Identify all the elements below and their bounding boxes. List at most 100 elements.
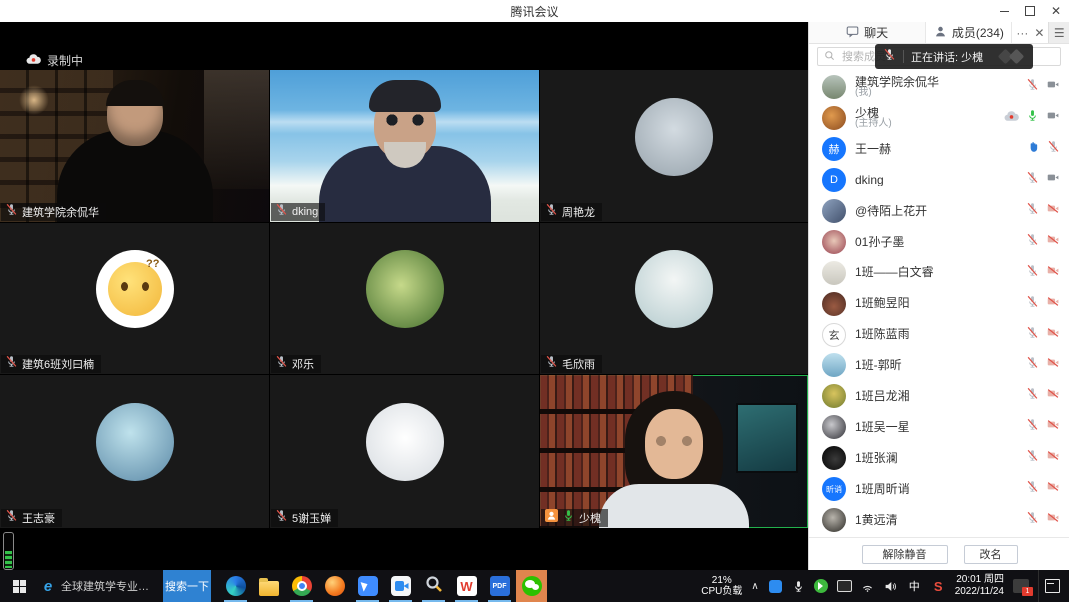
member-row[interactable]: 1班-郭昕 <box>809 350 1069 381</box>
taskbar-app-magnifier-app[interactable] <box>417 570 450 602</box>
mic-tray-icon[interactable] <box>791 578 806 594</box>
mic-muted-icon[interactable] <box>1026 233 1039 251</box>
camera-off-icon[interactable] <box>1046 109 1060 127</box>
mic-muted-icon[interactable] <box>1026 387 1039 405</box>
ime-indicator[interactable]: 中 <box>907 578 922 594</box>
mic-on-icon[interactable] <box>1026 109 1039 127</box>
video-tile[interactable]: dking <box>270 70 539 222</box>
video-tile[interactable]: 少槐 <box>540 375 808 528</box>
member-row[interactable]: 玄1班陈蓝雨 <box>809 319 1069 350</box>
action-center-button[interactable] <box>1038 570 1065 602</box>
record-cloud-icon[interactable] <box>1004 109 1019 127</box>
sogou-tray-icon[interactable]: S <box>931 578 946 594</box>
taskbar-app-browser-360[interactable] <box>318 570 351 602</box>
video-tile[interactable]: 周艳龙 <box>540 70 808 222</box>
taskbar-app-kite-app[interactable] <box>351 570 384 602</box>
hand-raised-icon[interactable] <box>1027 140 1040 158</box>
video-tile[interactable]: 毛欣雨 <box>540 223 808 374</box>
member-row[interactable]: 昕诮1班周昕诮 <box>809 474 1069 505</box>
camera-muted-icon[interactable] <box>1046 418 1060 436</box>
cpu-percent: 21% <box>701 575 742 587</box>
taskbar-clock[interactable]: 20:01 周四 2022/11/24 <box>955 574 1004 598</box>
member-row[interactable]: 01孙子墨 <box>809 226 1069 257</box>
taskbar-app-wps[interactable]: W <box>450 570 483 602</box>
tab-members[interactable]: 成员(234) <box>926 22 1012 43</box>
signal-tray-icon[interactable] <box>860 578 875 594</box>
panel-menu-button[interactable]: ☰ <box>1048 22 1069 43</box>
video-tile[interactable]: ??建筑6班刘曰楠 <box>0 223 269 374</box>
member-row[interactable]: Ddking <box>809 165 1069 196</box>
media-tray-icon[interactable]: 1 <box>1013 579 1029 593</box>
video-tile[interactable]: 王志豪 <box>0 375 269 528</box>
taskbar-app-edge[interactable] <box>219 570 252 602</box>
start-button[interactable] <box>0 570 38 602</box>
panel-close-button[interactable]: ✕ <box>1034 26 1044 40</box>
member-row[interactable]: 1班鲍昱阳 <box>809 288 1069 319</box>
minimize-button[interactable] <box>991 0 1017 22</box>
camera-muted-icon[interactable] <box>1046 511 1060 529</box>
participant-name: 建筑6班刘曰楠 <box>22 356 94 372</box>
camera-muted-icon[interactable] <box>1046 449 1060 467</box>
mic-muted-icon[interactable] <box>1026 356 1039 374</box>
tab-chat[interactable]: 聊天 <box>809 22 926 43</box>
mic-muted-icon[interactable] <box>1026 480 1039 498</box>
video-tile[interactable]: 邓乐 <box>270 223 539 374</box>
member-row[interactable]: 赫王一赫 <box>809 134 1069 165</box>
close-button[interactable]: ✕ <box>1043 0 1069 22</box>
camera-muted-icon[interactable] <box>1046 233 1060 251</box>
tray-overflow-chevron[interactable]: ∧ <box>751 581 758 592</box>
mic-muted-icon[interactable] <box>1026 78 1039 96</box>
taskbar-app-tencent-meeting[interactable] <box>384 570 417 602</box>
member-text: 王一赫 <box>855 143 1018 156</box>
mic-muted-icon[interactable] <box>1026 202 1039 220</box>
avatar <box>822 199 846 223</box>
camera-tray-icon[interactable] <box>837 578 852 594</box>
member-row[interactable]: 建筑学院余侃华(我) <box>809 72 1069 103</box>
participant-name: 邓乐 <box>292 356 314 372</box>
taskbar-app-wechat[interactable] <box>516 570 547 602</box>
member-row[interactable]: 1班张澜 <box>809 443 1069 474</box>
video-tile[interactable]: 5谢玉婵 <box>270 375 539 528</box>
booster-tray-icon[interactable] <box>814 578 829 594</box>
video-tile[interactable]: 建筑学院余侃华 <box>0 70 269 222</box>
taskbar-search-button[interactable]: 搜索一下 <box>163 570 211 602</box>
mic-muted-icon[interactable] <box>1026 511 1039 529</box>
camera-muted-icon[interactable] <box>1046 295 1060 313</box>
camera-muted-icon[interactable] <box>1046 202 1060 220</box>
camera-off-icon[interactable] <box>1046 171 1060 189</box>
avatar: 昕诮 <box>822 477 846 501</box>
meeting-tray-icon[interactable] <box>768 578 783 594</box>
camera-muted-icon[interactable] <box>1046 326 1060 344</box>
person-icon <box>934 25 947 41</box>
mic-muted-icon[interactable] <box>1026 418 1039 436</box>
member-row[interactable]: @待陌上花开 <box>809 196 1069 227</box>
taskbar-app-chrome[interactable] <box>285 570 318 602</box>
clock-time: 20:01 周四 <box>955 574 1004 586</box>
camera-muted-icon[interactable] <box>1046 480 1060 498</box>
unmute-button[interactable]: 解除静音 <box>862 545 948 564</box>
member-row[interactable]: 1班吴一星 <box>809 412 1069 443</box>
rename-button[interactable]: 改名 <box>964 545 1018 564</box>
kite-app-icon <box>358 576 378 596</box>
camera-off-icon[interactable] <box>1046 78 1060 96</box>
cpu-load-indicator[interactable]: 21% CPU负载 <box>701 575 742 598</box>
more-button[interactable]: ··· <box>1016 26 1028 40</box>
volume-tray-icon[interactable] <box>883 578 898 594</box>
member-row[interactable]: 1班——白文睿 <box>809 257 1069 288</box>
mic-muted-icon[interactable] <box>1026 264 1039 282</box>
camera-muted-icon[interactable] <box>1046 356 1060 374</box>
taskbar-search-widget[interactable]: e 全球建筑学专业大学... 搜索一下 <box>38 570 211 602</box>
taskbar-app-pdf[interactable]: PDF <box>483 570 516 602</box>
mic-muted-icon[interactable] <box>1026 295 1039 313</box>
member-row[interactable]: 1黄远清 <box>809 504 1069 535</box>
member-row[interactable]: 少槐(主持人) <box>809 103 1069 134</box>
camera-muted-icon[interactable] <box>1046 387 1060 405</box>
mic-muted-icon[interactable] <box>1047 140 1060 158</box>
mic-muted-icon[interactable] <box>1026 171 1039 189</box>
taskbar-app-file-explorer[interactable] <box>252 570 285 602</box>
member-row[interactable]: 1班吕龙湘 <box>809 381 1069 412</box>
camera-muted-icon[interactable] <box>1046 264 1060 282</box>
restore-button[interactable] <box>1017 0 1043 22</box>
mic-muted-icon[interactable] <box>1026 449 1039 467</box>
mic-muted-icon[interactable] <box>1026 326 1039 344</box>
